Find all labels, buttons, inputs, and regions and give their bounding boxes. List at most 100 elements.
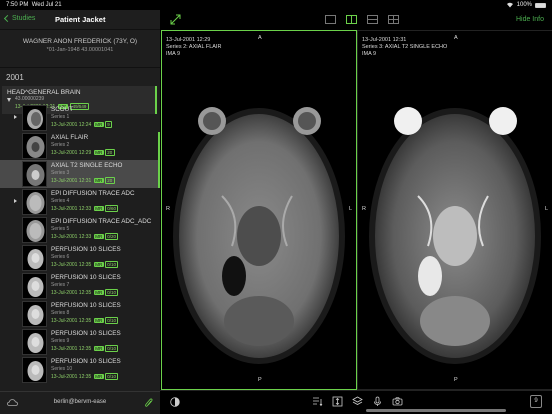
series-item[interactable]: AXIAL FLAIR Series 2 13-Jul-2001 12:29 MR 2…: [0, 132, 160, 160]
viewport-right[interactable]: 13-Jul-2001 12:31 Series 3: AXIAL T2 SIN…: [357, 30, 552, 390]
patient-info: WAGNER ANON FREDERICK (73Y, O) *01-Jan-1…: [0, 30, 160, 68]
series-date: 13-Jul-2001 12:29: [51, 149, 92, 156]
disclosure-right-icon[interactable]: [14, 199, 17, 203]
wifi-icon: [506, 2, 513, 8]
count-badge: 20: [104, 177, 115, 184]
home-indicator: [366, 409, 506, 412]
layout-2x1-button[interactable]: [367, 15, 378, 24]
series-thumbnail: [22, 357, 47, 383]
series-item[interactable]: PERFUSION 10 SLICES Series 6 13-Jul-2001 1…: [0, 244, 160, 272]
series-name: PERFUSION 10 SLICES: [51, 358, 121, 365]
series-number: Series 5: [51, 226, 70, 232]
layout-selector: [325, 15, 399, 24]
series-name: PERFUSION 10 SLICES: [51, 274, 121, 281]
series-name: EPI DIFFUSION TRACE ADC_ADC: [51, 218, 152, 225]
mri-image-t2[interactable]: [358, 86, 552, 376]
sidebar-footer: berlin@bervm-ease: [0, 391, 160, 414]
orientation-top: A: [258, 35, 262, 41]
contrast-icon[interactable]: [170, 397, 180, 407]
series-number: Series 10: [51, 366, 73, 372]
expand-icon[interactable]: [170, 14, 181, 25]
series-item[interactable]: PERFUSION 10 SLICES Series 9 13-Jul-2001 1…: [0, 328, 160, 356]
series-number: Series 6: [51, 254, 70, 260]
count-badge: 0/20: [104, 233, 119, 240]
series-thumbnail: [22, 329, 47, 355]
tool-group: [312, 396, 403, 407]
modality-badge: MR: [93, 374, 104, 379]
series-thumbnail: [22, 133, 47, 159]
series-name: AXIAL FLAIR: [51, 134, 89, 141]
count-badge: 9: [104, 121, 113, 128]
series-list: SCOUT Series 1 13-Jul-2001 12:24 MR 9 AXIAL …: [0, 104, 160, 391]
series-name: AXIAL T2 SINGLE ECHO: [51, 162, 123, 169]
battery-icon: [535, 2, 546, 8]
back-to-studies-button[interactable]: Studies: [3, 14, 36, 23]
series-number: Series 2: [51, 142, 70, 148]
series-number: Series 4: [51, 198, 70, 204]
status-bar: 7:50 PM Wed Jul 21 100%: [0, 0, 552, 10]
viewport-series: Series 2: AXIAL FLAIR: [166, 44, 222, 50]
back-label: Studies: [12, 15, 36, 22]
chevron-left-icon: [3, 14, 12, 23]
patient-name: WAGNER ANON FREDERICK (73Y, O): [22, 38, 138, 45]
year-header: 2001: [6, 73, 24, 82]
viewer-toolbar: Hide Info: [160, 10, 552, 30]
series-number: Series 3: [51, 170, 70, 176]
mri-image-flair[interactable]: [162, 86, 356, 376]
series-item[interactable]: PERFUSION 10 SLICES Series 10 13-Jul-2001 …: [0, 356, 160, 384]
disclosure-down-icon[interactable]: [7, 98, 11, 102]
paperclip-icon[interactable]: [145, 398, 153, 408]
page-count-button[interactable]: 9: [530, 395, 542, 408]
modality-badge: MR: [93, 178, 104, 183]
study-title: HEAD^GENERAL BRAIN: [7, 89, 81, 96]
series-number: Series 9: [51, 338, 70, 344]
orientation-bottom: P: [454, 377, 458, 383]
series-item[interactable]: SCOUT Series 1 13-Jul-2001 12:24 MR 9: [0, 104, 160, 132]
layout-2x2-button[interactable]: [388, 15, 399, 24]
camera-icon[interactable]: [392, 396, 403, 407]
series-thumbnail: [22, 301, 47, 327]
viewport-info: 13-Jul-2001 12:31 Series 3: AXIAL T2 SIN…: [362, 37, 447, 58]
bottom-toolbar: 9: [160, 390, 552, 414]
series-date: 13-Jul-2001 12:35: [51, 261, 92, 268]
series-item[interactable]: EPI DIFFUSION TRACE ADC Series 4 13-Jul-20…: [0, 188, 160, 216]
series-item[interactable]: PERFUSION 10 SLICES Series 7 13-Jul-2001 1…: [0, 272, 160, 300]
series-date: 13-Jul-2001 12:33: [51, 233, 92, 240]
series-thumbnail: [22, 273, 47, 299]
user-account[interactable]: berlin@bervm-ease: [0, 399, 160, 405]
series-name: SCOUT: [51, 106, 74, 113]
list-sort-icon[interactable]: [312, 396, 323, 407]
hide-info-button[interactable]: Hide Info: [516, 16, 544, 23]
series-date: 13-Jul-2001 12:35: [51, 289, 92, 296]
series-thumbnail: [22, 189, 47, 215]
patient-dob: *01-Jan-1948 43.00001041: [46, 47, 114, 53]
series-date: 13-Jul-2001 12:35: [51, 317, 92, 324]
modality-badge: MR: [93, 150, 104, 155]
count-badge: 20: [104, 149, 115, 156]
series-item[interactable]: PERFUSION 10 SLICES Series 8 13-Jul-2001 1…: [0, 300, 160, 328]
series-thumbnail: [22, 245, 47, 271]
modality-badge: MR: [93, 206, 104, 211]
layers-icon[interactable]: [352, 396, 363, 407]
count-badge: 0/60: [104, 205, 119, 212]
layout-1x1-button[interactable]: [325, 15, 336, 24]
series-name: EPI DIFFUSION TRACE ADC: [51, 190, 135, 197]
sidebar-title: Patient Jacket: [55, 15, 106, 24]
scroll-icon[interactable]: [332, 396, 343, 407]
series-thumbnail: [22, 105, 47, 131]
viewport-left[interactable]: 13-Jul-2001 12:29 Series 2: AXIAL FLAIR …: [161, 30, 357, 390]
series-number: Series 1: [51, 114, 70, 120]
series-item[interactable]: AXIAL T2 SINGLE ECHO Series 3 13-Jul-2001 …: [0, 160, 160, 188]
count-badge: 0/10: [104, 261, 119, 268]
modality-badge: MR: [93, 234, 104, 239]
layout-1x2-button[interactable]: [346, 15, 357, 24]
disclosure-right-icon[interactable]: [14, 115, 17, 119]
series-name: PERFUSION 10 SLICES: [51, 246, 121, 253]
series-number: Series 8: [51, 310, 70, 316]
study-id: 43.00000239: [15, 96, 45, 102]
sidebar-header: Studies Patient Jacket: [0, 10, 160, 30]
series-item[interactable]: EPI DIFFUSION TRACE ADC_ADC Series 5 13-Ju…: [0, 216, 160, 244]
series-thumbnail: [22, 161, 47, 187]
series-date: 13-Jul-2001 12:24: [51, 121, 92, 128]
microphone-icon[interactable]: [372, 396, 383, 407]
